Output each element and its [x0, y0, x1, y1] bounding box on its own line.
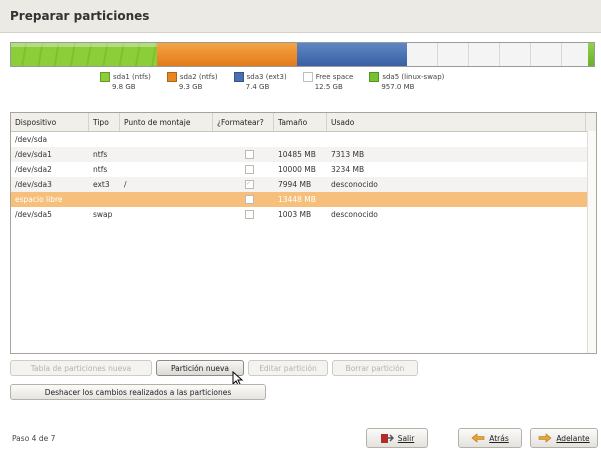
step-indicator: Paso 4 de 7 — [12, 434, 56, 443]
cell-used: desconocido — [331, 210, 378, 219]
legend-swatch — [166, 72, 177, 82]
legend-name: sda2 (ntfs) — [179, 73, 218, 81]
quit-label: Salir — [397, 433, 415, 443]
format-checkbox[interactable] — [245, 150, 254, 159]
column-header-device[interactable]: Dispositivo — [11, 113, 89, 131]
cell-size: 10000 MB — [278, 165, 316, 174]
back-label: Atrás — [489, 433, 509, 443]
quit-icon — [380, 434, 394, 443]
column-header-size[interactable]: Tamaño — [274, 113, 327, 131]
new-partition-table-button[interactable]: Tabla de particiones nueva — [10, 360, 152, 376]
partition-bar-segment-sda2 — [156, 43, 297, 66]
cell-format — [213, 150, 274, 159]
column-header-type[interactable]: Tipo — [89, 113, 120, 131]
format-checkbox[interactable] — [245, 195, 254, 204]
cell-used: 3234 MB — [331, 165, 365, 174]
legend-name: sda5 (linux-swap) — [382, 73, 445, 81]
cell-device: /dev/sda1 — [15, 150, 52, 159]
undo-changes-button[interactable]: Deshacer los cambios realizados a las pa… — [10, 384, 266, 400]
table-scrollbar[interactable] — [587, 131, 596, 353]
cell-size: 10485 MB — [278, 150, 316, 159]
cell-format — [213, 195, 274, 204]
page-title: Preparar particiones — [10, 9, 150, 23]
cell-device: /dev/sda3 — [15, 180, 52, 189]
column-header-used[interactable]: Usado — [327, 113, 586, 131]
edit-partition-button[interactable]: Editar partición — [248, 360, 328, 376]
legend-swatch — [369, 72, 380, 82]
legend-size: 7.4 GB — [245, 83, 270, 91]
legend-item-sda1: sda1 (ntfs) 9.8 GB — [100, 72, 151, 91]
cell-type: ext3 — [93, 180, 110, 189]
table-header: Dispositivo Tipo Punto de montaje ¿Forma… — [11, 113, 596, 132]
legend-size: 957.0 MB — [381, 83, 415, 91]
table-row[interactable]: /dev/sda — [11, 132, 596, 147]
cell-type: ntfs — [93, 150, 108, 159]
legend-swatch — [233, 72, 244, 82]
cell-device: /dev/sda — [15, 135, 48, 144]
cell-device: /dev/sda2 — [15, 165, 52, 174]
cell-size: 13448 MB — [278, 195, 316, 204]
cell-size: 7994 MB — [278, 180, 312, 189]
cell-type: ntfs — [93, 165, 108, 174]
legend-size: 12.5 GB — [314, 83, 343, 91]
arrow-right-icon — [539, 433, 552, 443]
format-checkbox[interactable] — [245, 210, 254, 219]
cell-size: 1003 MB — [278, 210, 312, 219]
partition-table[interactable]: Dispositivo Tipo Punto de montaje ¿Forma… — [10, 112, 597, 354]
partition-bar-segment-free — [407, 43, 589, 66]
cell-mount: / — [124, 180, 127, 189]
quit-button[interactable]: Salir — [366, 428, 428, 448]
cell-format — [213, 180, 274, 189]
legend-name: Free space — [315, 73, 354, 81]
table-row[interactable]: /dev/sda3 ext3 / 7994 MB desconocido — [11, 177, 596, 192]
table-row[interactable]: /dev/sda2 ntfs 10000 MB 3234 MB — [11, 162, 596, 177]
legend-size: 9.3 GB — [178, 83, 203, 91]
format-checkbox[interactable] — [245, 180, 254, 189]
cell-format — [213, 210, 274, 219]
table-row[interactable]: /dev/sda1 ntfs 10485 MB 7313 MB — [11, 147, 596, 162]
forward-button[interactable]: Adelante — [530, 428, 598, 448]
cell-type: swap — [93, 210, 113, 219]
back-button[interactable]: Atrás — [458, 428, 522, 448]
cell-format — [213, 165, 274, 174]
column-header-mount[interactable]: Punto de montaje — [120, 113, 213, 131]
forward-label: Adelante — [556, 433, 590, 443]
table-row[interactable]: /dev/sda5 swap 1003 MB desconocido — [11, 207, 596, 222]
partition-bar — [10, 42, 595, 67]
legend-item-sda3: sda3 (ext3) 7.4 GB — [233, 72, 287, 91]
delete-partition-button[interactable]: Borrar partición — [332, 360, 418, 376]
format-checkbox[interactable] — [245, 165, 254, 174]
legend-name: sda1 (ntfs) — [113, 73, 151, 81]
legend-size: 9.8 GB — [112, 83, 136, 91]
cell-device: espacio libre — [15, 195, 63, 204]
header-bar: Preparar particiones — [0, 0, 601, 33]
legend-item-sda2: sda2 (ntfs) 9.3 GB — [166, 72, 218, 91]
legend-swatch — [100, 72, 110, 82]
legend-item-free: Free space 12.5 GB — [302, 72, 354, 91]
cell-used: desconocido — [331, 180, 378, 189]
partition-bar-segment-sda3 — [296, 43, 408, 66]
cell-device: /dev/sda5 — [15, 210, 52, 219]
partition-legend: sda1 (ntfs) 9.8 GB sda2 (ntfs) 9.3 GB sd… — [100, 72, 460, 91]
new-partition-button[interactable]: Partición nueva — [156, 360, 244, 376]
legend-swatch — [302, 72, 313, 82]
cell-used: 7313 MB — [331, 150, 365, 159]
table-row-selected[interactable]: espacio libre 13448 MB — [11, 192, 596, 207]
partition-bar-segment-sda1 — [11, 43, 157, 66]
column-header-format[interactable]: ¿Formatear? — [213, 113, 274, 131]
legend-item-sda5: sda5 (linux-swap) 957.0 MB — [369, 72, 444, 91]
arrow-left-icon — [471, 433, 485, 443]
legend-name: sda3 (ext3) — [246, 73, 287, 81]
partition-bar-segment-sda5 — [588, 43, 594, 66]
